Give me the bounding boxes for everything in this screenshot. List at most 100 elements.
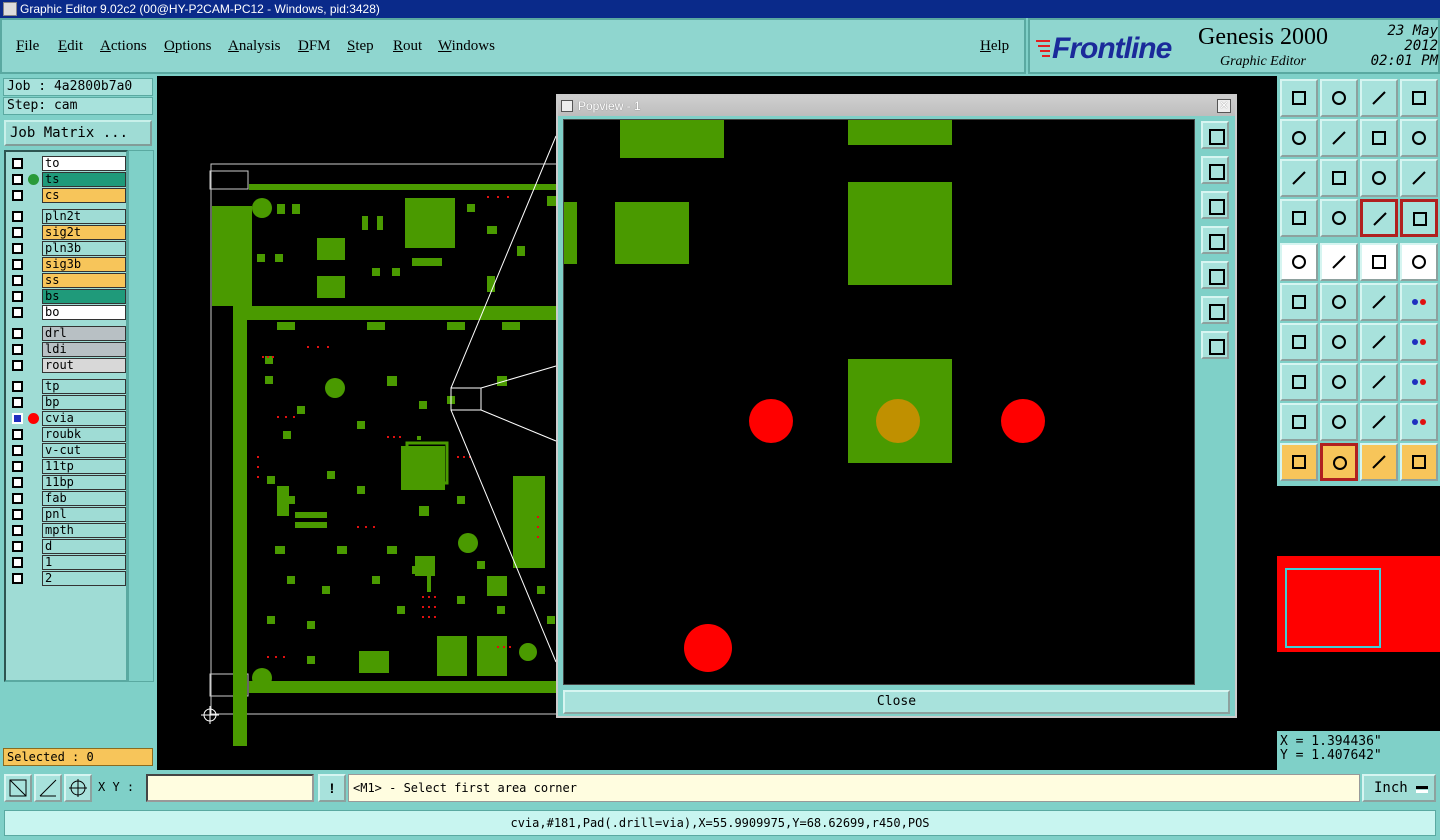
line-edit-button[interactable]: [1320, 323, 1358, 361]
menu-analysis[interactable]: Analysis: [228, 38, 281, 55]
layer-name[interactable]: cvia: [42, 411, 126, 426]
delete-button[interactable]: [1320, 283, 1358, 321]
close-icon[interactable]: ✕: [1217, 99, 1231, 113]
units-dropdown[interactable]: Inch: [1362, 774, 1436, 802]
layer-row-rout[interactable]: rout: [8, 358, 126, 373]
layer-name[interactable]: ldi: [42, 342, 126, 357]
mirror-button[interactable]: [1360, 363, 1398, 401]
layer-row-sig3b[interactable]: sig3b: [8, 257, 126, 272]
layer-name[interactable]: ts: [42, 172, 126, 187]
layer-row-2[interactable]: 2: [8, 571, 126, 586]
popview-pan-up-button[interactable]: [1201, 156, 1229, 184]
layer-name[interactable]: bs: [42, 289, 126, 304]
layer-checkbox[interactable]: [12, 243, 23, 254]
select-button[interactable]: [1280, 443, 1318, 481]
grid-mode-button[interactable]: [64, 774, 92, 802]
layer-row-pnl[interactable]: pnl: [8, 507, 126, 522]
layer-name[interactable]: sig3b: [42, 257, 126, 272]
layer-name[interactable]: rout: [42, 358, 126, 373]
menu-step[interactable]: Step: [347, 38, 374, 55]
layer-name[interactable]: 11bp: [42, 475, 126, 490]
layer-checkbox[interactable]: [12, 573, 23, 584]
popview-drawing[interactable]: [564, 120, 1195, 685]
window-menu-icon[interactable]: [3, 2, 17, 16]
layer-checkbox[interactable]: [12, 211, 23, 222]
layer-name[interactable]: tp: [42, 379, 126, 394]
layer-name[interactable]: 11tp: [42, 459, 126, 474]
layer-name[interactable]: to: [42, 156, 126, 171]
net-button[interactable]: [1400, 443, 1438, 481]
layer-row-bp[interactable]: bp: [8, 395, 126, 410]
layer-name[interactable]: cs: [42, 188, 126, 203]
layer-colors-2-button[interactable]: [1400, 199, 1438, 237]
popview-zoom-in-button[interactable]: [1201, 296, 1229, 324]
menu-rout[interactable]: Rout: [393, 38, 422, 55]
add-feature-button[interactable]: [1280, 243, 1318, 281]
layer-name[interactable]: pln3b: [42, 241, 126, 256]
angle-button[interactable]: [1280, 323, 1318, 361]
layer-name[interactable]: roubk: [42, 427, 126, 442]
popview-titlebar[interactable]: Popview - 1 ✕: [558, 96, 1235, 116]
layer-checkbox[interactable]: [12, 158, 23, 169]
split-view-button[interactable]: [1400, 79, 1438, 117]
home-button[interactable]: [1360, 79, 1398, 117]
alert-button[interactable]: !: [318, 774, 346, 802]
layer-checkbox[interactable]: [12, 328, 23, 339]
layer-row-v-cut[interactable]: v-cut: [8, 443, 126, 458]
measure-mode-button[interactable]: [34, 774, 62, 802]
xy-input[interactable]: [146, 774, 314, 802]
help-button[interactable]: [1400, 159, 1438, 197]
popview-window[interactable]: Popview - 1 ✕ Close: [556, 94, 1237, 718]
layer-checkbox[interactable]: [12, 291, 23, 302]
popview-pan-right-button[interactable]: [1201, 261, 1229, 289]
draw-line-button[interactable]: [1320, 243, 1358, 281]
snap-mode-button[interactable]: [4, 774, 32, 802]
layer-checkbox[interactable]: [12, 445, 23, 456]
zoom-1-2-button[interactable]: [1360, 159, 1398, 197]
layer-name[interactable]: v-cut: [42, 443, 126, 458]
select-box-button[interactable]: [1320, 443, 1358, 481]
triangle-2-button[interactable]: [1320, 403, 1358, 441]
layer-row-tp[interactable]: tp: [8, 379, 126, 394]
overview-map[interactable]: [1277, 486, 1440, 731]
arc-2-button[interactable]: [1400, 403, 1438, 441]
grid-button[interactable]: [1320, 199, 1358, 237]
layer-checkbox[interactable]: [12, 413, 23, 424]
copy-pads-button[interactable]: [1400, 363, 1438, 401]
tools-button[interactable]: [1280, 199, 1318, 237]
layer-colors-button[interactable]: [1360, 199, 1398, 237]
layer-name[interactable]: d: [42, 539, 126, 554]
layer-checkbox[interactable]: [12, 541, 23, 552]
menu-help[interactable]: Help: [980, 38, 1009, 55]
layer-row-cvia[interactable]: cvia: [8, 411, 126, 426]
arc-button[interactable]: [1360, 403, 1398, 441]
layer-name[interactable]: sig2t: [42, 225, 126, 240]
popview-menu-icon[interactable]: [561, 100, 573, 112]
layer-name[interactable]: 2: [42, 571, 126, 586]
zoom-out-button[interactable]: [1320, 79, 1358, 117]
drag-pad-button[interactable]: [1400, 283, 1438, 321]
select-area-button[interactable]: [1360, 443, 1398, 481]
menu-dfm[interactable]: DFM: [298, 38, 331, 55]
layer-row-ss[interactable]: ss: [8, 273, 126, 288]
rotate-button[interactable]: [1360, 323, 1398, 361]
layer-row-d[interactable]: d: [8, 539, 126, 554]
close-button[interactable]: Close: [563, 690, 1230, 714]
layer-row-cs[interactable]: cs: [8, 188, 126, 203]
menu-file[interactable]: File: [16, 38, 39, 55]
triangle-button[interactable]: [1280, 403, 1318, 441]
popview-pan-down-button[interactable]: [1201, 191, 1229, 219]
layer-name[interactable]: pnl: [42, 507, 126, 522]
pad-button[interactable]: [1400, 243, 1438, 281]
layer-row-bs[interactable]: bs: [8, 289, 126, 304]
reverse-button[interactable]: [1400, 119, 1438, 157]
layer-checkbox[interactable]: [12, 509, 23, 520]
center-button[interactable]: [1320, 159, 1358, 197]
layer-row-11tp[interactable]: 11tp: [8, 459, 126, 474]
job-matrix-button[interactable]: Job Matrix ...: [4, 120, 152, 146]
menu-edit[interactable]: Edit: [58, 38, 83, 55]
layer-row-roubk[interactable]: roubk: [8, 427, 126, 442]
layer-name[interactable]: ss: [42, 273, 126, 288]
layer-name[interactable]: fab: [42, 491, 126, 506]
cut-line-button[interactable]: [1320, 363, 1358, 401]
